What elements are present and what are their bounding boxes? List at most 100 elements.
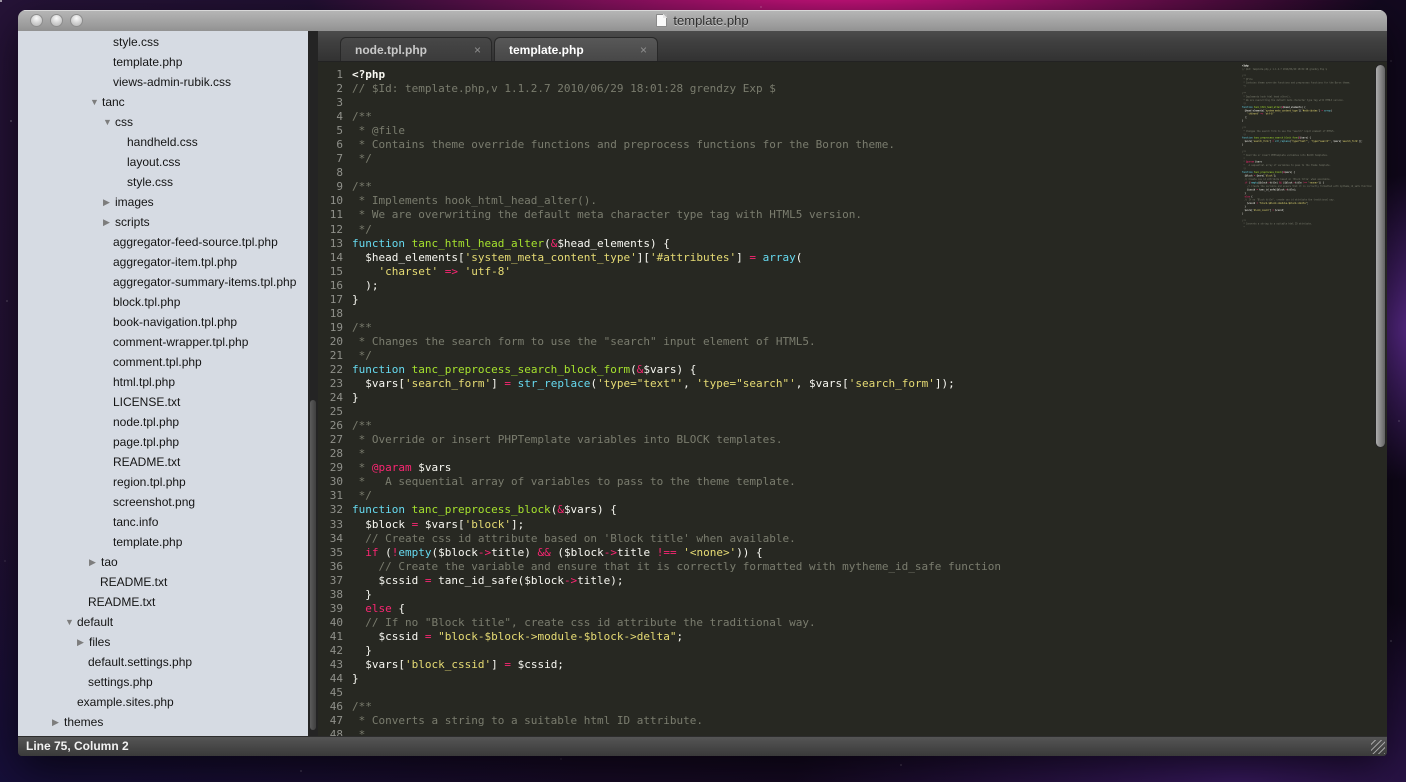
tree-file-template.php[interactable]: template.php xyxy=(18,532,308,552)
tree-file-screenshot.png[interactable]: screenshot.png xyxy=(18,492,308,512)
code-line[interactable]: 43 $vars['block_cssid'] = $cssid; xyxy=(318,658,1387,672)
code-line[interactable]: 37 $cssid = tanc_id_safe($block->title); xyxy=(318,574,1387,588)
tree-folder-tanc[interactable]: ▼tanc xyxy=(18,92,308,112)
disclosure-triangle-right-icon[interactable]: ▶ xyxy=(89,557,101,568)
code-line[interactable]: 12 */ xyxy=(318,223,1387,237)
tree-folder-default[interactable]: ▼default xyxy=(18,612,308,632)
tree-folder-css[interactable]: ▼css xyxy=(18,112,308,132)
code-line[interactable]: 11 * We are overwriting the default meta… xyxy=(318,208,1387,222)
tree-file-template.php[interactable]: template.php xyxy=(18,52,308,72)
code-line[interactable]: 20 * Changes the search form to use the … xyxy=(318,335,1387,349)
code-line[interactable]: 1<?php xyxy=(318,68,1387,82)
tree-file-node.tpl.php[interactable]: node.tpl.php xyxy=(18,412,308,432)
disclosure-triangle-down-icon[interactable]: ▼ xyxy=(65,617,77,627)
tree-folder-files[interactable]: ▶files xyxy=(18,632,308,652)
editor-scrollbar[interactable] xyxy=(1373,62,1387,736)
tree-file-README.txt[interactable]: README.txt xyxy=(18,452,308,472)
code-line[interactable]: 3 xyxy=(318,96,1387,110)
code-line[interactable]: 36 // Create the variable and ensure tha… xyxy=(318,560,1387,574)
code-line[interactable]: 45 xyxy=(318,686,1387,700)
code-line[interactable]: 26/** xyxy=(318,419,1387,433)
tree-file-aggregator-item.tpl.php[interactable]: aggregator-item.tpl.php xyxy=(18,252,308,272)
code-line[interactable]: 5 * @file xyxy=(318,124,1387,138)
tree-file-README.txt[interactable]: README.txt xyxy=(18,572,308,592)
code-line[interactable]: 19/** xyxy=(318,321,1387,335)
tree-folder-images[interactable]: ▶images xyxy=(18,192,308,212)
sidebar-scrollbar[interactable] xyxy=(308,31,318,736)
code-line[interactable]: 38 } xyxy=(318,588,1387,602)
code-line[interactable]: 9/** xyxy=(318,180,1387,194)
code-line[interactable]: 24} xyxy=(318,391,1387,405)
disclosure-triangle-right-icon[interactable]: ▶ xyxy=(103,197,115,208)
code-line[interactable]: 13function tanc_html_head_alter(&$head_e… xyxy=(318,237,1387,251)
code-line[interactable]: 29 * @param $vars xyxy=(318,461,1387,475)
disclosure-triangle-right-icon[interactable]: ▶ xyxy=(52,717,64,728)
tree-file-aggregator-feed-source.tpl.php[interactable]: aggregator-feed-source.tpl.php xyxy=(18,232,308,252)
tree-file-book-navigation.tpl.php[interactable]: book-navigation.tpl.php xyxy=(18,312,308,332)
code-line[interactable]: 25 xyxy=(318,405,1387,419)
code-line[interactable]: 2// $Id: template.php,v 1.1.2.7 2010/06/… xyxy=(318,82,1387,96)
code-line[interactable]: 44} xyxy=(318,672,1387,686)
tree-file-aggregator-summary-items.tpl.php[interactable]: aggregator-summary-items.tpl.php xyxy=(18,272,308,292)
tree-file-style.css[interactable]: style.css xyxy=(18,172,308,192)
code-line[interactable]: 30 * A sequential array of variables to … xyxy=(318,475,1387,489)
code-line[interactable]: 28 * xyxy=(318,447,1387,461)
code-line[interactable]: 31 */ xyxy=(318,489,1387,503)
code-line[interactable]: 4/** xyxy=(318,110,1387,124)
tree-file-comment-wrapper.tpl.php[interactable]: comment-wrapper.tpl.php xyxy=(18,332,308,352)
code-line[interactable]: 17} xyxy=(318,293,1387,307)
code-line[interactable]: 27 * Override or insert PHPTemplate vari… xyxy=(318,433,1387,447)
tree-file-comment.tpl.php[interactable]: comment.tpl.php xyxy=(18,352,308,372)
code-line[interactable]: 41 $cssid = "block-$block->module-$block… xyxy=(318,630,1387,644)
tree-file-LICENSE.txt[interactable]: LICENSE.txt xyxy=(18,392,308,412)
tree-file-README.txt[interactable]: README.txt xyxy=(18,592,308,612)
tree-file-handheld.css[interactable]: handheld.css xyxy=(18,132,308,152)
code-line[interactable]: 8 xyxy=(318,166,1387,180)
editor-scrollbar-thumb[interactable] xyxy=(1375,64,1386,448)
code-line[interactable]: 18 xyxy=(318,307,1387,321)
code-line[interactable]: 21 */ xyxy=(318,349,1387,363)
tab-node.tpl.php[interactable]: node.tpl.php× xyxy=(340,37,492,61)
disclosure-triangle-down-icon[interactable]: ▼ xyxy=(90,97,102,107)
tree-file-views-admin-rubik.css[interactable]: views-admin-rubik.css xyxy=(18,72,308,92)
code-line[interactable]: 48 * xyxy=(318,728,1387,736)
code-line[interactable]: 42 } xyxy=(318,644,1387,658)
tree-file-default.settings.php[interactable]: default.settings.php xyxy=(18,652,308,672)
code-line[interactable]: 22function tanc_preprocess_search_block_… xyxy=(318,363,1387,377)
code-line[interactable]: 23 $vars['search_form'] = str_replace('t… xyxy=(318,377,1387,391)
tree-file-layout.css[interactable]: layout.css xyxy=(18,152,308,172)
zoom-button[interactable] xyxy=(70,14,83,27)
code-line[interactable]: 47 * Converts a string to a suitable htm… xyxy=(318,714,1387,728)
code-line[interactable]: 46/** xyxy=(318,700,1387,714)
tree-folder-tao[interactable]: ▶tao xyxy=(18,552,308,572)
title-bar[interactable]: template.php xyxy=(18,10,1387,31)
tree-folder-scripts[interactable]: ▶scripts xyxy=(18,212,308,232)
code-line[interactable]: 32function tanc_preprocess_block(&$vars)… xyxy=(318,503,1387,517)
sidebar-scrollbar-thumb[interactable] xyxy=(310,400,316,730)
tab-close-icon[interactable]: × xyxy=(640,44,647,56)
minimap[interactable]: <?php// $Id: template.php,v 1.1.2.7 2010… xyxy=(1242,64,1373,736)
tree-file-example.sites.php[interactable]: example.sites.php xyxy=(18,692,308,712)
code-line[interactable]: 14 $head_elements['system_meta_content_t… xyxy=(318,251,1387,265)
tree-file-region.tpl.php[interactable]: region.tpl.php xyxy=(18,472,308,492)
tree-file-settings.php[interactable]: settings.php xyxy=(18,672,308,692)
tab-template.php[interactable]: template.php× xyxy=(494,37,658,61)
disclosure-triangle-right-icon[interactable]: ▶ xyxy=(103,217,115,228)
close-button[interactable] xyxy=(30,14,43,27)
disclosure-triangle-right-icon[interactable]: ▶ xyxy=(77,637,89,648)
tree-file-page.tpl.php[interactable]: page.tpl.php xyxy=(18,432,308,452)
code-line[interactable]: 34 // Create css id attribute based on '… xyxy=(318,532,1387,546)
tree-file-html.tpl.php[interactable]: html.tpl.php xyxy=(18,372,308,392)
resize-grip[interactable] xyxy=(1371,740,1385,754)
tree-file-style.css[interactable]: style.css xyxy=(18,32,308,52)
code-line[interactable]: 15 'charset' => 'utf-8' xyxy=(318,265,1387,279)
code-line[interactable]: 16 ); xyxy=(318,279,1387,293)
code-line[interactable]: 40 // If no "Block title", create css id… xyxy=(318,616,1387,630)
code-line[interactable]: 6 * Contains theme override functions an… xyxy=(318,138,1387,152)
code-line[interactable]: 35 if (!empty($block->title) && ($block-… xyxy=(318,546,1387,560)
code-line[interactable]: 33 $block = $vars['block']; xyxy=(318,518,1387,532)
code-editor[interactable]: 1<?php2// $Id: template.php,v 1.1.2.7 20… xyxy=(318,62,1387,736)
disclosure-triangle-down-icon[interactable]: ▼ xyxy=(103,117,115,127)
tree-folder-themes[interactable]: ▶themes xyxy=(18,712,308,732)
tree-file-block.tpl.php[interactable]: block.tpl.php xyxy=(18,292,308,312)
